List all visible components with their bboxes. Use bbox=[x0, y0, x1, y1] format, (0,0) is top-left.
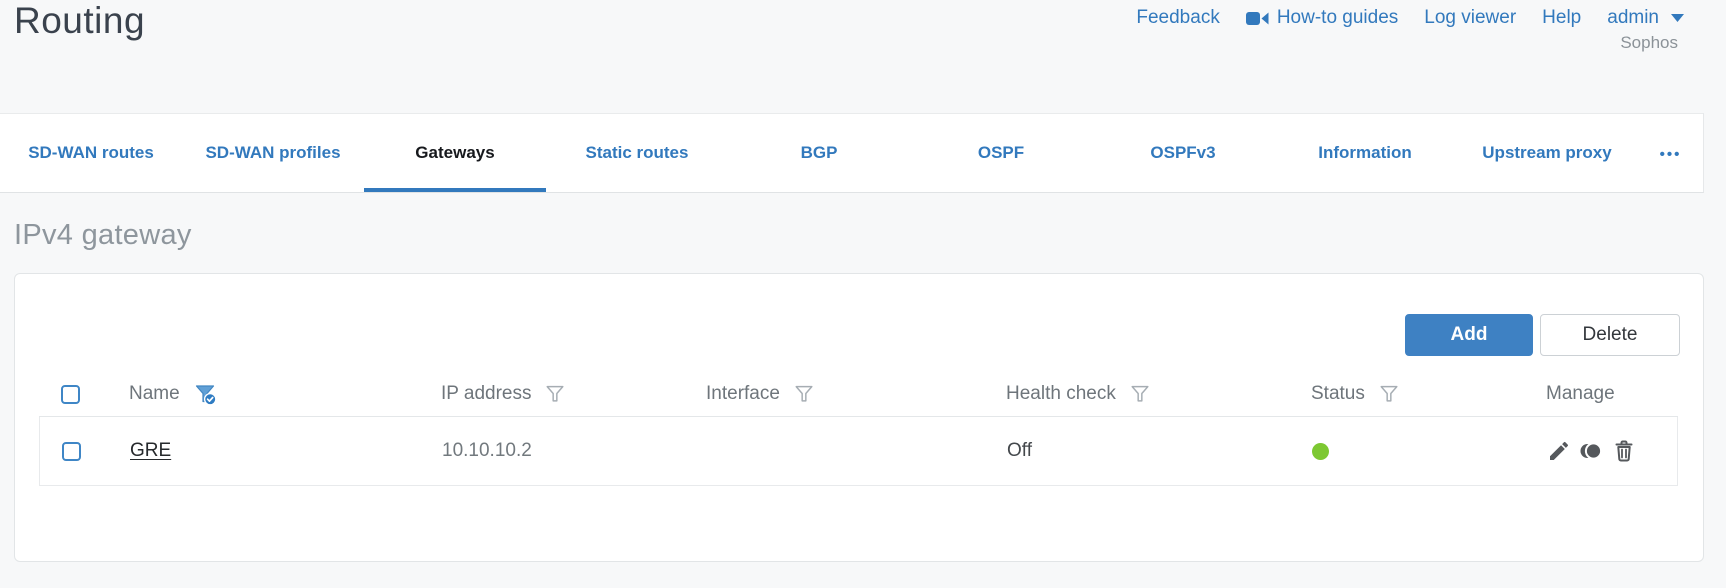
table-row: GRE 10.10.10.2 Off bbox=[40, 417, 1677, 485]
gateway-table: Name IP address Interface Health check S… bbox=[39, 372, 1678, 486]
row-checkbox[interactable] bbox=[62, 441, 81, 461]
tabs-overflow-button[interactable]: ••• bbox=[1638, 114, 1703, 192]
delete-button[interactable]: Delete bbox=[1540, 314, 1680, 356]
column-header-name: Name bbox=[101, 382, 421, 406]
page-title: Routing bbox=[14, 0, 146, 41]
cell-ip-address: 10.10.10.2 bbox=[442, 440, 532, 461]
edit-icon[interactable] bbox=[1547, 439, 1571, 463]
tab-upstream-proxy[interactable]: Upstream proxy bbox=[1456, 114, 1638, 192]
page-header: Routing Feedback How-to guides Log viewe… bbox=[0, 0, 1704, 113]
vendor-label: Sophos bbox=[1620, 33, 1678, 52]
cell-name: GRE bbox=[102, 440, 422, 462]
tab-ospfv3[interactable]: OSPFv3 bbox=[1092, 114, 1274, 192]
gateway-name-link[interactable]: GRE bbox=[130, 440, 171, 462]
toolbar: Add Delete bbox=[1405, 314, 1680, 356]
filter-active-icon[interactable] bbox=[193, 382, 217, 406]
table-body: GRE 10.10.10.2 Off bbox=[39, 417, 1678, 486]
trash-icon[interactable] bbox=[1612, 439, 1636, 463]
column-header-health-check: Health check bbox=[991, 383, 1291, 405]
clone-icon[interactable] bbox=[1579, 439, 1604, 463]
top-nav: Feedback How-to guides Log viewer Help a… bbox=[1136, 7, 1684, 29]
section-title: IPv4 gateway bbox=[14, 219, 192, 251]
chevron-down-icon bbox=[1671, 14, 1684, 22]
manage-actions bbox=[1547, 439, 1636, 463]
filter-icon[interactable] bbox=[793, 383, 815, 405]
cell-health-check: Off bbox=[1007, 440, 1032, 461]
select-all-checkbox[interactable] bbox=[61, 384, 80, 404]
tab-sdwan-profiles[interactable]: SD-WAN profiles bbox=[182, 114, 364, 192]
tab-static-routes[interactable]: Static routes bbox=[546, 114, 728, 192]
column-header-status: Status bbox=[1291, 383, 1531, 405]
filter-icon[interactable] bbox=[1129, 383, 1151, 405]
header-checkbox-cell bbox=[39, 384, 101, 404]
column-header-manage: Manage bbox=[1546, 383, 1615, 404]
admin-menu[interactable]: admin bbox=[1607, 7, 1684, 29]
table-header-row: Name IP address Interface Health check S… bbox=[39, 372, 1678, 417]
howto-guides-link[interactable]: How-to guides bbox=[1245, 7, 1398, 29]
cell-manage bbox=[1532, 439, 1677, 463]
tab-sdwan-routes[interactable]: SD-WAN routes bbox=[0, 114, 182, 192]
tab-bgp[interactable]: BGP bbox=[728, 114, 910, 192]
tab-information[interactable]: Information bbox=[1274, 114, 1456, 192]
column-header-interface: Interface bbox=[691, 383, 991, 405]
filter-icon[interactable] bbox=[1378, 383, 1400, 405]
row-checkbox-cell bbox=[40, 441, 102, 461]
filter-icon[interactable] bbox=[544, 383, 566, 405]
help-link[interactable]: Help bbox=[1542, 7, 1581, 29]
column-header-ip-address: IP address bbox=[421, 383, 691, 405]
log-viewer-link[interactable]: Log viewer bbox=[1424, 7, 1516, 29]
add-button[interactable]: Add bbox=[1405, 314, 1533, 356]
video-camera-icon bbox=[1245, 11, 1269, 26]
ipv4-gateway-panel: Add Delete Name IP address Interface Hea… bbox=[14, 273, 1704, 562]
cell-status bbox=[1292, 442, 1532, 460]
tab-bar: SD-WAN routes SD-WAN profiles Gateways S… bbox=[0, 113, 1704, 193]
status-up-indicator bbox=[1312, 442, 1329, 460]
tab-ospf[interactable]: OSPF bbox=[910, 114, 1092, 192]
tab-gateways[interactable]: Gateways bbox=[364, 114, 546, 192]
feedback-link[interactable]: Feedback bbox=[1136, 7, 1219, 29]
